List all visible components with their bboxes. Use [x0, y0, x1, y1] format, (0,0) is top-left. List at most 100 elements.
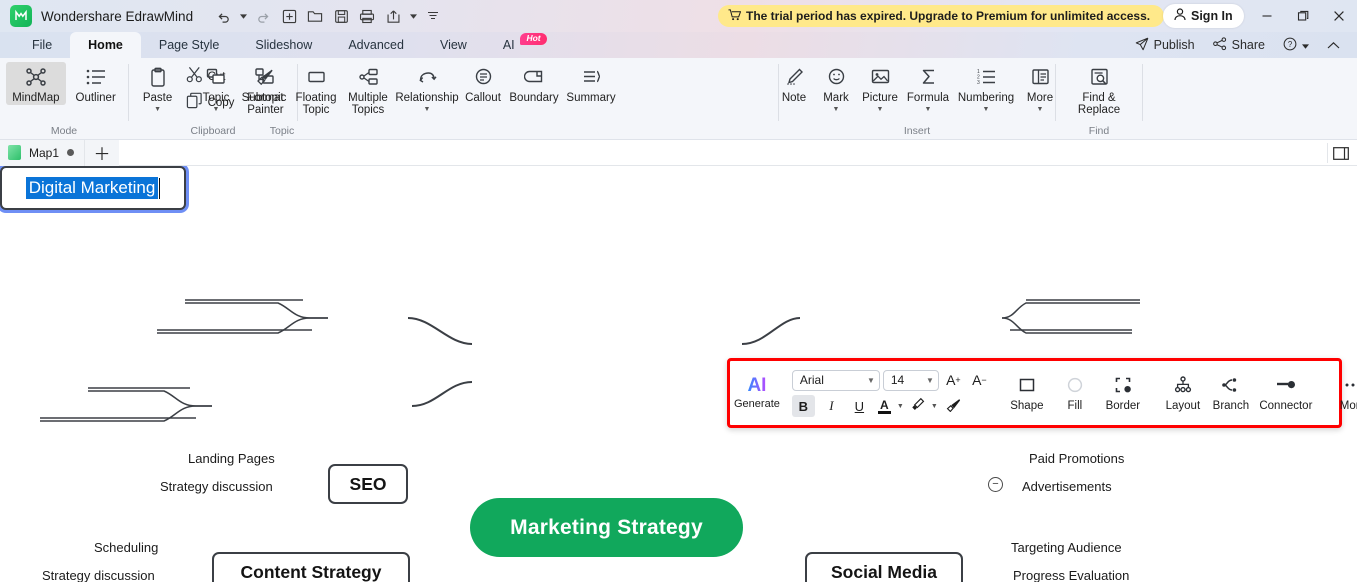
undo-dropdown-icon[interactable] — [237, 5, 249, 27]
ai-generate-label: Generate — [734, 398, 780, 410]
decrease-font-size-button[interactable]: A − — [968, 369, 991, 391]
font-family-select[interactable]: Arial ▼ — [791, 369, 880, 391]
more-dots-icon — [1343, 374, 1357, 396]
tab-page-style[interactable]: Page Style — [141, 32, 237, 58]
subtopic-progress-evaluation[interactable]: Progress Evaluation — [1013, 568, 1129, 582]
save-icon[interactable] — [329, 5, 353, 27]
document-tab-map1[interactable]: Map1 — [0, 139, 86, 166]
mark-button[interactable]: Mark ▼ — [815, 62, 857, 114]
publish-button[interactable]: Publish — [1128, 32, 1202, 58]
minimize-button[interactable] — [1249, 0, 1285, 32]
central-topic-label: Marketing Strategy — [510, 515, 703, 539]
subtopic-scheduling[interactable]: Scheduling — [94, 540, 158, 557]
sign-in-button[interactable]: Sign In — [1163, 4, 1244, 28]
border-button[interactable]: Border — [1099, 364, 1147, 422]
collapse-button-digital-marketing[interactable]: − — [988, 477, 1003, 492]
multiple-topics-label: Multiple Topics — [348, 92, 388, 116]
highlight-color-dropdown-icon[interactable]: ▼ — [931, 403, 938, 410]
tab-advanced[interactable]: Advanced — [330, 32, 422, 58]
help-button[interactable]: ? — [1276, 32, 1316, 58]
subtopic-advertisements[interactable]: Advertisements — [1022, 479, 1112, 496]
bold-button[interactable]: B — [791, 395, 815, 417]
more-insert-dropdown-icon[interactable]: ▼ — [1037, 106, 1044, 114]
open-icon[interactable] — [303, 5, 327, 27]
subtopic-content-strategy-discussion[interactable]: Strategy discussion — [42, 568, 155, 582]
increase-font-size-button[interactable]: A + — [942, 369, 965, 391]
tab-ai[interactable]: AI Hot — [485, 32, 547, 58]
undo-icon[interactable] — [211, 5, 235, 27]
highlight-color-button[interactable] — [909, 395, 927, 417]
note-label: Note — [781, 92, 807, 104]
font-size-select[interactable]: 14 ▼ — [882, 369, 939, 391]
paste-dropdown-icon[interactable]: ▼ — [154, 106, 161, 114]
unsaved-indicator-icon[interactable] — [67, 149, 75, 156]
subtopic-landing-pages[interactable]: Landing Pages — [188, 451, 275, 468]
mindmap-canvas[interactable]: Marketing Strategy SEO Content Strategy … — [0, 166, 1357, 582]
mark-dropdown-icon[interactable]: ▼ — [833, 106, 840, 114]
redo-icon[interactable] — [251, 5, 275, 27]
subtopic-paid-promotions[interactable]: Paid Promotions — [1029, 451, 1124, 468]
paste-button[interactable]: Paste ▼ — [136, 62, 180, 114]
topic-button[interactable]: Topic ▼ — [194, 62, 238, 114]
close-button[interactable] — [1321, 0, 1357, 32]
relationship-button[interactable]: Relationship ▼ — [394, 62, 460, 114]
tab-view[interactable]: View — [422, 32, 485, 58]
formula-dropdown-icon[interactable]: ▼ — [925, 106, 932, 114]
subtopic-button[interactable]: Subtopic — [238, 62, 290, 105]
outliner-button[interactable]: Outliner — [70, 62, 122, 105]
fill-button[interactable]: Fill — [1051, 364, 1099, 422]
layout-button[interactable]: Layout — [1159, 364, 1207, 422]
print-icon[interactable] — [355, 5, 379, 27]
customize-qat-icon[interactable] — [421, 5, 445, 27]
picture-button[interactable]: Picture ▼ — [857, 62, 903, 114]
cart-icon — [728, 8, 742, 24]
numbering-icon: 123 — [976, 65, 997, 89]
note-button[interactable]: Note — [773, 62, 815, 105]
more-insert-button[interactable]: More ▼ — [1019, 62, 1061, 114]
subtopic-seo-strategy-discussion[interactable]: Strategy discussion — [160, 479, 273, 496]
picture-dropdown-icon[interactable]: ▼ — [877, 106, 884, 114]
topic-node-social-media[interactable]: Social Media — [805, 552, 963, 582]
connector-button[interactable]: Connector — [1255, 364, 1317, 422]
tab-home[interactable]: Home — [70, 32, 141, 58]
boundary-button[interactable]: Boundary — [506, 62, 562, 105]
topic-node-seo[interactable]: SEO — [328, 464, 408, 504]
numbering-button[interactable]: 123 Numbering ▼ — [953, 62, 1019, 114]
mindmap-button[interactable]: MindMap — [6, 62, 66, 105]
summary-button[interactable]: Summary — [562, 62, 620, 105]
more-icon — [1030, 65, 1051, 89]
subtopic-targeting-audience[interactable]: Targeting Audience — [1011, 540, 1122, 557]
clear-formatting-button[interactable] — [943, 395, 966, 417]
floating-topic-button[interactable]: Floating Topic — [290, 62, 342, 116]
new-document-tab-button[interactable]: ＋ — [85, 139, 120, 166]
multiple-topics-button[interactable]: Multiple Topics — [342, 62, 394, 116]
tab-file[interactable]: File — [14, 32, 70, 58]
numbering-dropdown-icon[interactable]: ▼ — [983, 106, 990, 114]
export-dropdown-icon[interactable] — [407, 5, 419, 27]
shape-button[interactable]: Shape — [1003, 364, 1051, 422]
ai-generate-button[interactable]: AI Generate — [734, 364, 780, 422]
topic-node-content-strategy[interactable]: Content Strategy — [212, 552, 410, 582]
more-options-button[interactable]: More — [1329, 364, 1357, 422]
tab-slideshow[interactable]: Slideshow — [237, 32, 330, 58]
callout-button[interactable]: Callout — [460, 62, 506, 105]
branch-button[interactable]: Branch — [1207, 364, 1255, 422]
formula-button[interactable]: Formula ▼ — [903, 62, 953, 114]
share-button[interactable]: Share — [1206, 32, 1272, 58]
relationship-dropdown-icon[interactable]: ▼ — [424, 106, 431, 114]
font-color-dropdown-icon[interactable]: ▼ — [897, 403, 904, 410]
underline-button[interactable]: U — [848, 395, 871, 417]
right-panel-toggle-icon[interactable] — [1327, 143, 1353, 163]
maximize-button[interactable] — [1285, 0, 1321, 32]
font-color-button[interactable]: A — [876, 395, 893, 417]
help-dropdown-icon[interactable] — [1302, 38, 1309, 52]
new-icon[interactable] — [277, 5, 301, 27]
collapse-ribbon-button[interactable] — [1320, 32, 1347, 58]
central-topic-node[interactable]: Marketing Strategy — [470, 498, 743, 557]
minus-superscript-icon: − — [981, 375, 987, 385]
export-icon[interactable] — [381, 5, 405, 27]
topic-dropdown-icon[interactable]: ▼ — [213, 106, 220, 114]
italic-button[interactable]: I — [820, 395, 843, 417]
trial-banner[interactable]: The trial period has expired. Upgrade to… — [718, 5, 1165, 27]
find-replace-button[interactable]: Find & Replace — [1070, 62, 1128, 116]
